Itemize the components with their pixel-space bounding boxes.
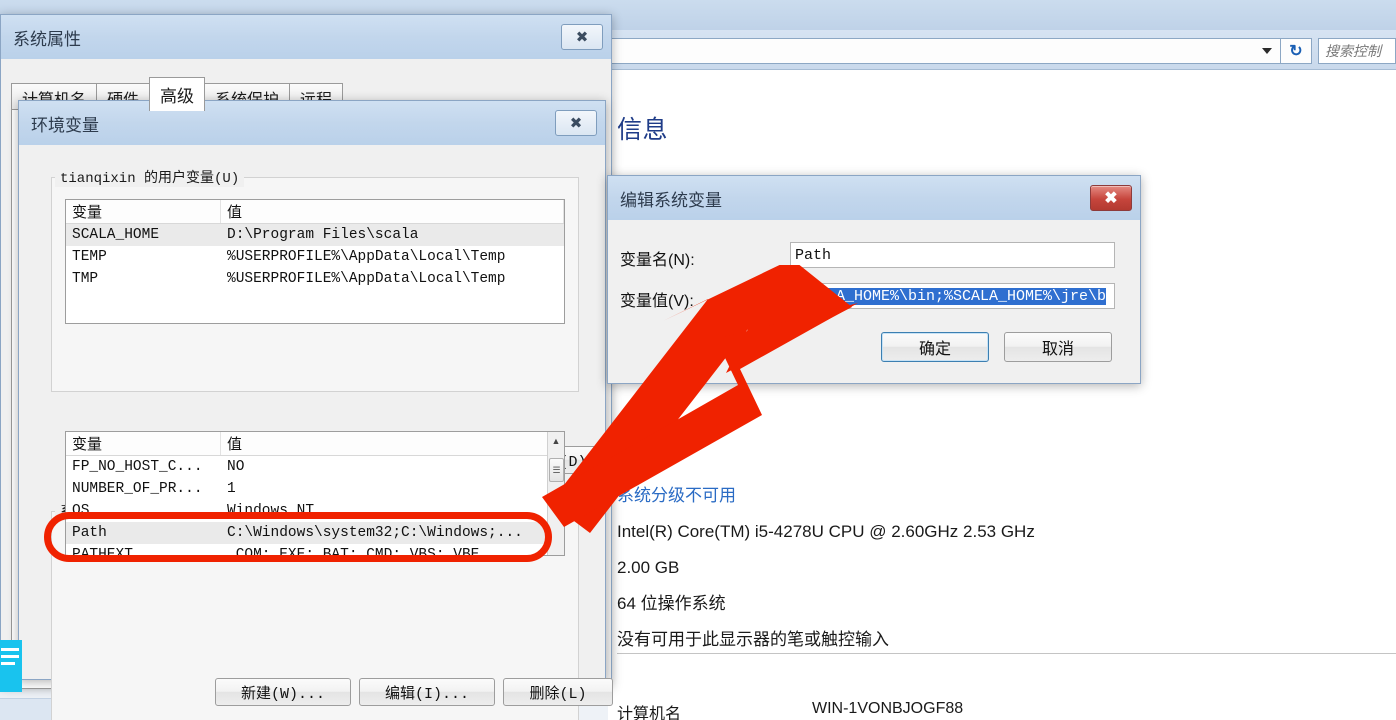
search-input[interactable]: 搜索控制 xyxy=(1318,38,1396,64)
system-var-value: Windows_NT xyxy=(227,503,315,519)
env-dialog-title: 环境变量 xyxy=(31,115,99,135)
user-var-value: %USERPROFILE%\AppData\Local\Temp xyxy=(227,249,506,265)
system-var-value: .COM;.EXE;.BAT;.CMD;.VBS;.VBE xyxy=(227,547,480,556)
memory-value: 2.00 GB xyxy=(617,558,680,577)
chevron-down-icon[interactable] xyxy=(1262,48,1272,54)
new-system-variable-button[interactable]: 新建(W)... xyxy=(215,678,351,706)
system-var-name: Path xyxy=(72,525,107,541)
section-divider xyxy=(617,653,1396,654)
user-var-value: %USERPROFILE%\AppData\Local\Temp xyxy=(227,271,506,287)
system-var-name: FP_NO_HOST_C... xyxy=(72,459,203,475)
list-item[interactable]: FP_NO_HOST_C... NO xyxy=(66,456,564,478)
system-var-name: NUMBER_OF_PR... xyxy=(72,481,203,497)
list-item[interactable]: SCALA_HOME D:\Program Files\scala xyxy=(66,224,564,246)
system-type-value: 64 位操作系统 xyxy=(617,594,726,613)
screen-root: ↻ 搜索控制 信息 系统分级不可用 Intel(R) Core(TM) i5-4… xyxy=(0,0,1396,720)
tab-advanced[interactable]: 高级 xyxy=(149,77,206,111)
edit-cancel-button[interactable]: 取消 xyxy=(1004,332,1112,362)
variable-value-text: %SCALA_HOME%\bin;%SCALA_HOME%\jre\b xyxy=(791,287,1107,305)
refresh-icon[interactable]: ↻ xyxy=(1280,38,1312,64)
chip-line-2 xyxy=(1,655,19,658)
edit-system-variable-button[interactable]: 编辑(I)... xyxy=(359,678,495,706)
variable-name-value: Path xyxy=(795,246,832,264)
list-item[interactable]: TEMP %USERPROFILE%\AppData\Local\Temp xyxy=(66,246,564,268)
page-title: 信息 xyxy=(617,116,669,144)
list-item[interactable]: Path C:\Windows\system32;C:\Windows;... xyxy=(66,522,564,544)
system-properties-titlebar[interactable]: 系统属性 ✖ xyxy=(1,15,611,59)
delete-system-variable-button[interactable]: 删除(L) xyxy=(503,678,613,706)
system-variables-header: 变量 值 xyxy=(66,432,564,456)
close-icon[interactable]: ✖ xyxy=(555,110,597,136)
user-col-value: 值 xyxy=(221,200,564,223)
system-col-value: 值 xyxy=(221,432,564,455)
user-var-value: D:\Program Files\scala xyxy=(227,227,419,243)
edit-ok-button[interactable]: 确定 xyxy=(881,332,989,362)
scrollbar-thumb[interactable]: ☰ xyxy=(549,458,564,482)
system-properties-title: 系统属性 xyxy=(13,29,81,49)
computer-name-label: 计算机名 xyxy=(617,706,682,720)
user-variables-header: 变量 值 xyxy=(66,200,564,224)
computer-name-value: WIN-1VONBJOGF88 xyxy=(812,700,964,717)
chip-line-1 xyxy=(1,648,19,651)
taskbar-selected-chip xyxy=(0,640,22,692)
edit-dialog-title: 编辑系统变量 xyxy=(620,190,722,210)
list-item[interactable]: NUMBER_OF_PR... 1 xyxy=(66,478,564,500)
edit-dialog-titlebar[interactable]: 编辑系统变量 ✖ xyxy=(608,176,1140,220)
address-bar[interactable] xyxy=(608,38,1280,64)
variable-value-field[interactable]: %SCALA_HOME%\bin;%SCALA_HOME%\jre\b xyxy=(790,283,1115,309)
user-variables-list[interactable]: 变量 值 SCALA_HOME D:\Program Files\scala T… xyxy=(65,199,565,324)
system-variables-list[interactable]: 变量 值 FP_NO_HOST_C... NO NUMBER_OF_PR... … xyxy=(65,431,565,556)
environment-variables-dialog: 环境变量 ✖ tianqixin 的用户变量(U) 变量 值 SCALA_HOM… xyxy=(18,100,613,720)
edit-system-variable-dialog: 编辑系统变量 ✖ 变量名(N): Path 变量值(V): %SCALA_HOM… xyxy=(607,175,1141,384)
user-var-name: TEMP xyxy=(72,249,107,265)
env-dialog-titlebar[interactable]: 环境变量 ✖ xyxy=(19,101,605,145)
system-var-name: OS xyxy=(72,503,90,519)
list-item[interactable]: TMP %USERPROFILE%\AppData\Local\Temp xyxy=(66,268,564,290)
user-var-name: SCALA_HOME xyxy=(72,227,160,243)
system-variables-scrollbar[interactable]: ▲ ☰ xyxy=(547,432,564,555)
list-item[interactable]: PATHEXT .COM;.EXE;.BAT;.CMD;.VBS;.VBE xyxy=(66,544,564,556)
variable-name-label: 变量名(N): xyxy=(620,252,695,269)
user-col-variable: 变量 xyxy=(66,200,221,223)
system-var-value: C:\Windows\system32;C:\Windows;... xyxy=(227,525,523,541)
variable-value-label: 变量值(V): xyxy=(620,293,694,310)
chip-line-3 xyxy=(1,662,15,665)
system-info-list: 系统分级不可用 Intel(R) Core(TM) i5-4278U CPU @… xyxy=(617,478,1237,658)
close-icon[interactable]: ✖ xyxy=(1090,185,1132,211)
list-item[interactable]: OS Windows_NT xyxy=(66,500,564,522)
system-var-value: NO xyxy=(227,459,245,475)
system-rating-link[interactable]: 系统分级不可用 xyxy=(617,478,1237,514)
user-var-name: TMP xyxy=(72,271,99,287)
system-var-value: 1 xyxy=(227,481,236,497)
close-icon[interactable]: ✖ xyxy=(561,24,603,50)
variable-name-field[interactable]: Path xyxy=(790,242,1115,268)
system-col-variable: 变量 xyxy=(66,432,221,455)
system-var-name: PATHEXT xyxy=(72,547,133,556)
computer-name-row: 计算机名 WIN-1VONBJOGF88 xyxy=(617,700,1396,720)
processor-value: Intel(R) Core(TM) i5-4278U CPU @ 2.60GHz… xyxy=(617,522,1035,541)
user-variables-label: tianqixin 的用户变量(U) xyxy=(55,167,245,187)
search-placeholder-text: 搜索控制 xyxy=(1325,43,1381,59)
scroll-up-icon[interactable]: ▲ xyxy=(548,432,564,449)
